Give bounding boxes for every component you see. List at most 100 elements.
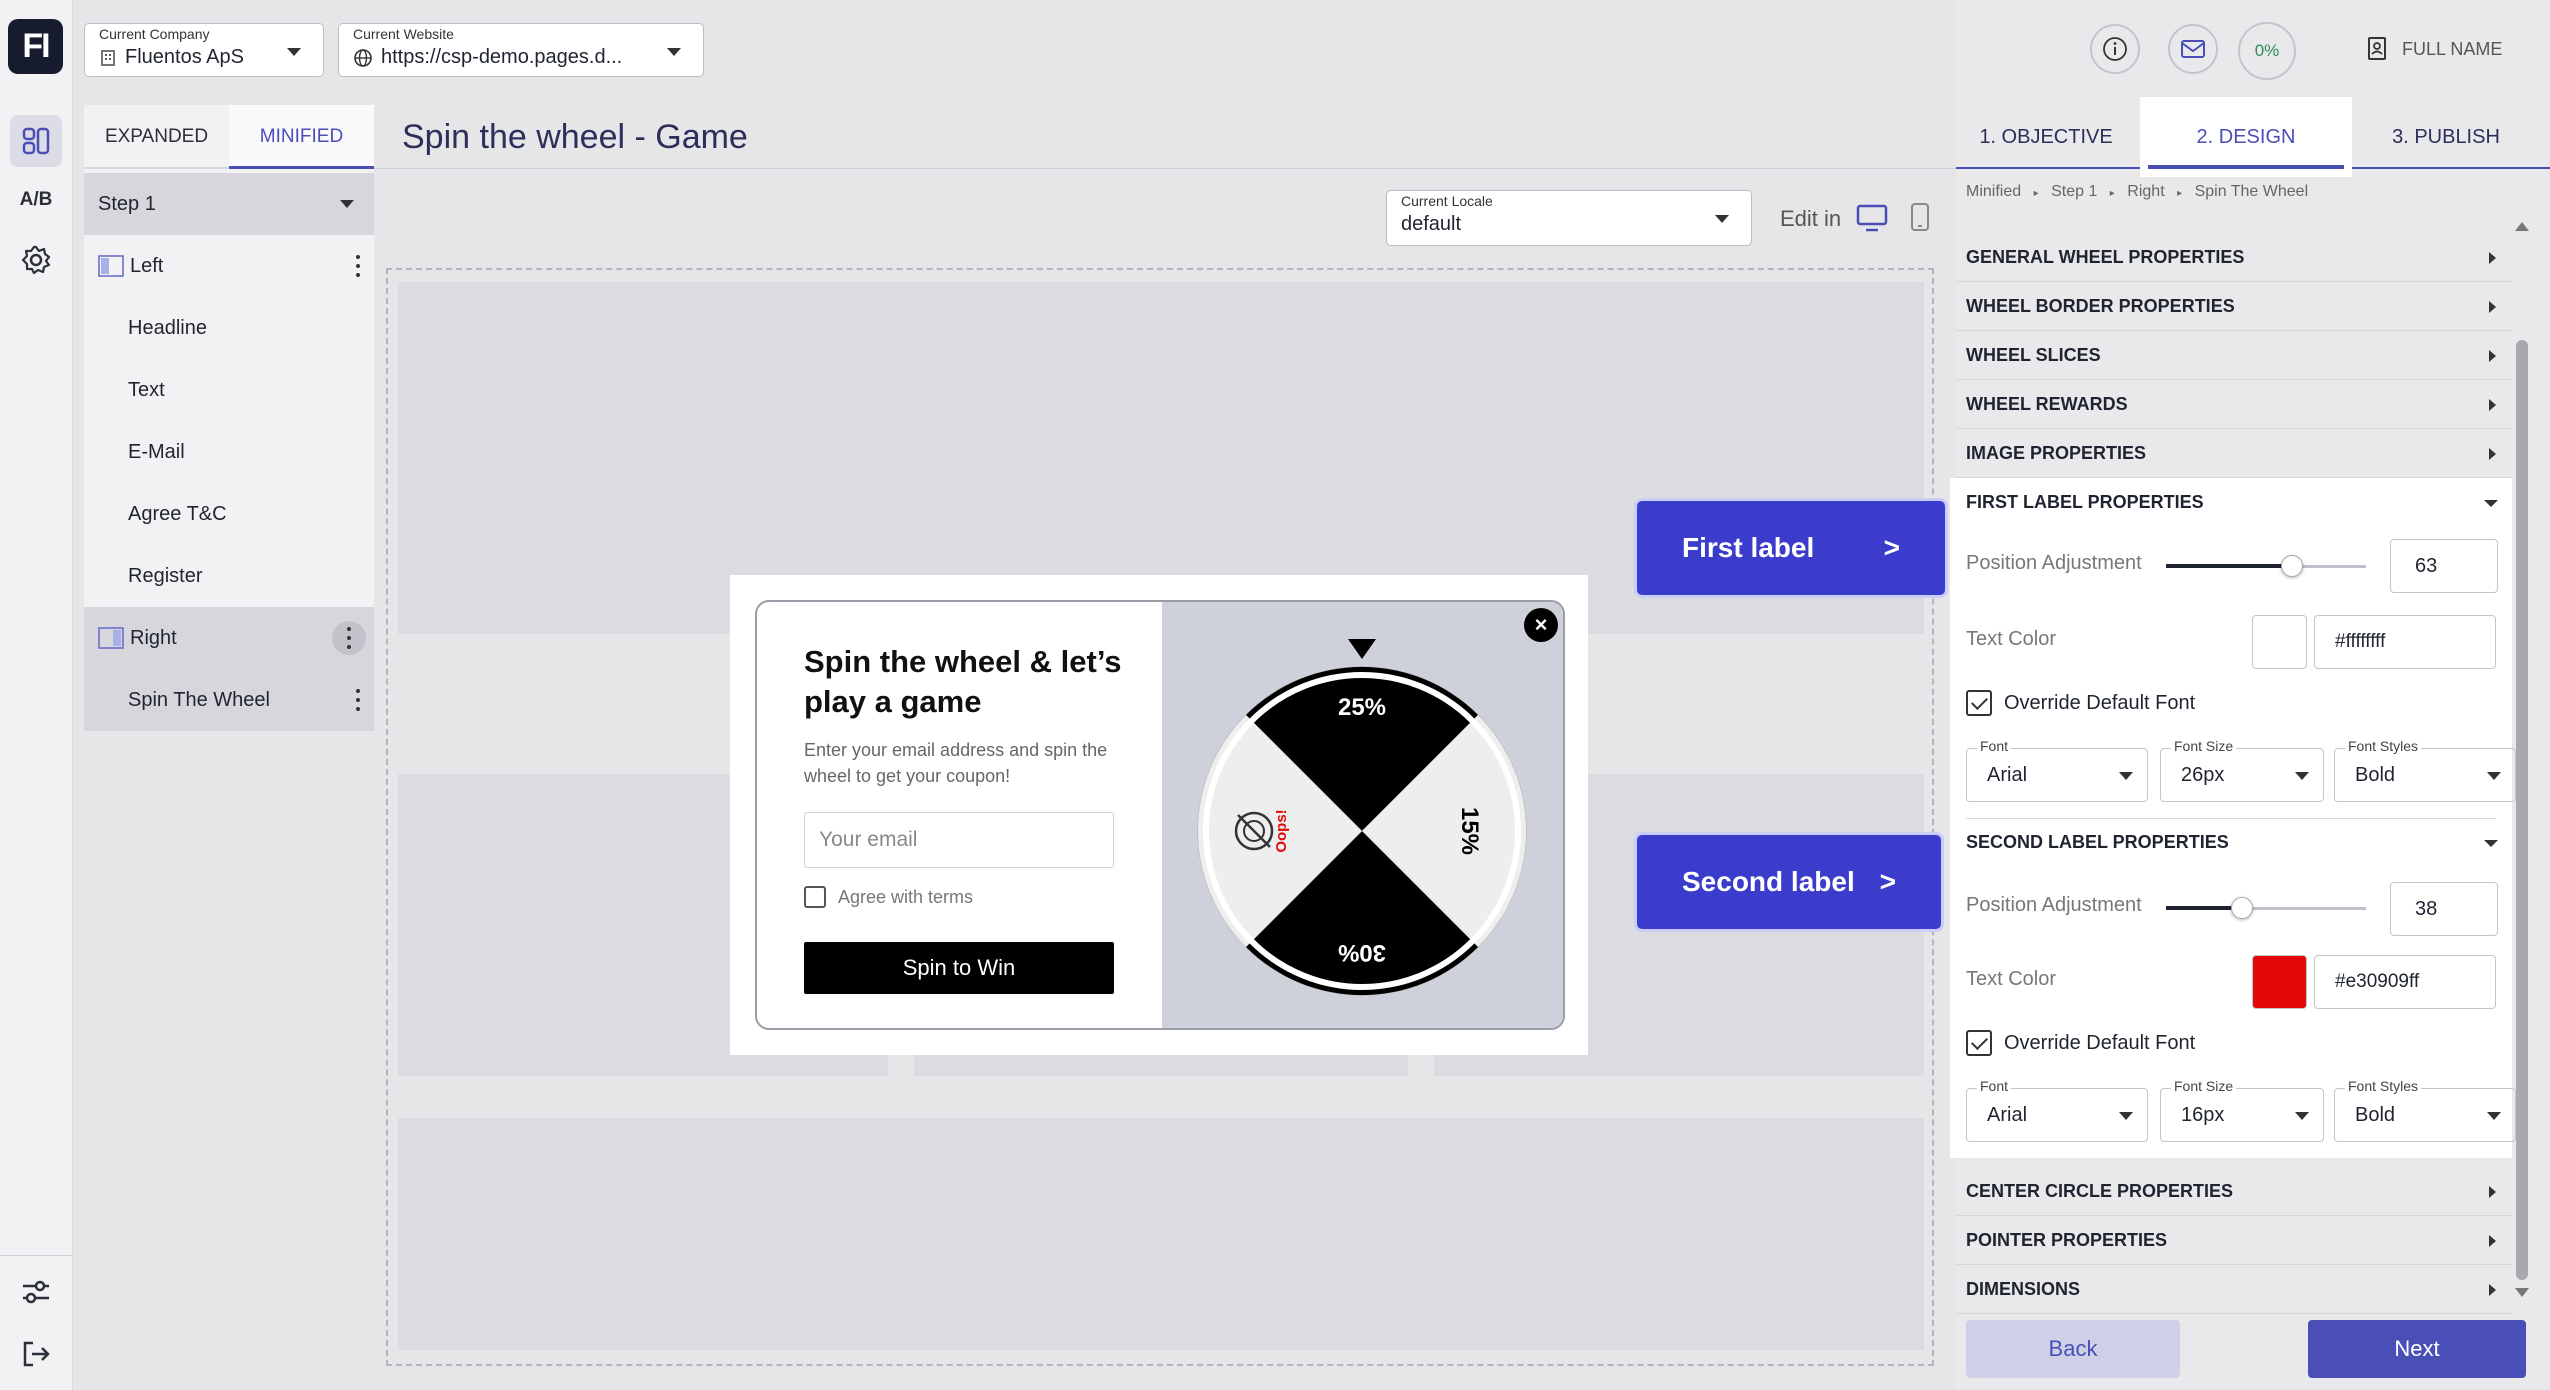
- progress-indicator: 0%: [2238, 22, 2296, 80]
- override-font-checkbox[interactable]: Override Default Font: [1966, 1030, 2195, 1056]
- section-general-wheel[interactable]: GENERAL WHEEL PROPERTIES: [1956, 233, 2512, 282]
- scroll-up-icon[interactable]: [2515, 222, 2529, 231]
- company-select[interactable]: Current Company Fluentos ApS: [84, 23, 324, 77]
- layout-nav-button[interactable]: [10, 115, 62, 167]
- more-options-icon[interactable]: [356, 689, 360, 711]
- user-menu[interactable]: FULL NAME: [2366, 36, 2502, 62]
- panel-scrollbar[interactable]: [2516, 340, 2528, 1280]
- more-options-icon[interactable]: [356, 255, 360, 277]
- column-icon: [98, 255, 124, 277]
- checkbox-checked-icon: [1966, 1030, 1992, 1056]
- tree-item-agree[interactable]: Agree T&C: [84, 483, 374, 545]
- text-color-swatch[interactable]: [2252, 615, 2307, 669]
- next-button[interactable]: Next: [2308, 1320, 2526, 1378]
- settings-nav-button[interactable]: [10, 234, 62, 286]
- popup-right-column: 25% 15% 30% Oops!: [1162, 602, 1563, 1028]
- font-style-select[interactable]: Font Styles Bold: [2334, 1078, 2516, 1142]
- website-select-value: https://csp-demo.pages.d...: [381, 46, 623, 68]
- wizard-tabs: 1. OBJECTIVE 2. DESIGN 3. PUBLISH: [1956, 105, 2550, 169]
- tab-expanded[interactable]: EXPANDED: [84, 105, 229, 169]
- tree-item-label: Left: [130, 255, 164, 277]
- chevron-down-icon: [2119, 772, 2133, 780]
- breadcrumb-item[interactable]: Spin The Wheel: [2195, 183, 2309, 200]
- section-title: WHEEL REWARDS: [1966, 394, 2128, 414]
- mobile-icon[interactable]: [1910, 202, 1930, 232]
- text-color-input[interactable]: #ffffffff: [2314, 615, 2496, 669]
- tree-item-label: Right: [130, 627, 177, 649]
- messages-button[interactable]: [2168, 24, 2218, 74]
- mail-icon: [2181, 40, 2205, 58]
- wheel-label-right: 15%: [1456, 807, 1483, 855]
- more-options-button[interactable]: [332, 621, 366, 655]
- popup-preview[interactable]: Spin the wheel & let’s play a game Enter…: [730, 575, 1588, 1055]
- section-pointer[interactable]: POINTER PROPERTIES: [1956, 1216, 2512, 1265]
- ab-label: A/B: [19, 189, 53, 210]
- text-color-swatch[interactable]: [2252, 955, 2307, 1009]
- info-icon: [2103, 37, 2127, 61]
- company-select-value: Fluentos ApS: [125, 46, 244, 68]
- tab-publish[interactable]: 3. PUBLISH: [2356, 105, 2536, 169]
- website-select[interactable]: Current Website https://csp-demo.pages.d…: [338, 23, 704, 77]
- building-icon: [101, 49, 115, 66]
- tree-item-spin-wheel[interactable]: Spin The Wheel: [84, 669, 374, 731]
- popup-email-input[interactable]: Your email: [804, 812, 1114, 868]
- section-wheel-slices[interactable]: WHEEL SLICES: [1956, 331, 2512, 380]
- breadcrumb: Minified ▸ Step 1 ▸ Right ▸ Spin The Whe…: [1966, 183, 2308, 201]
- section-image[interactable]: IMAGE PROPERTIES: [1956, 429, 2512, 478]
- locale-select[interactable]: Current Locale default: [1386, 190, 1752, 246]
- popup-agree-checkbox[interactable]: Agree with terms: [804, 886, 973, 908]
- breadcrumb-item[interactable]: Right: [2127, 183, 2164, 200]
- font-size-select-value: 26px: [2181, 764, 2225, 786]
- section-first-label[interactable]: FIRST LABEL PROPERTIES: [1956, 478, 2512, 527]
- section-wheel-border[interactable]: WHEEL BORDER PROPERTIES: [1956, 282, 2512, 331]
- tree-item-email[interactable]: E-Mail: [84, 421, 374, 483]
- popup-left-column: Spin the wheel & let’s play a game Enter…: [757, 602, 1162, 1028]
- font-select[interactable]: Font Arial: [1966, 1078, 2148, 1142]
- section-dimensions[interactable]: DIMENSIONS: [1956, 1265, 2512, 1314]
- popup-spin-button[interactable]: Spin to Win: [804, 942, 1114, 994]
- back-button[interactable]: Back: [1966, 1320, 2180, 1378]
- sliders-icon: [23, 1280, 49, 1304]
- breadcrumb-item[interactable]: Step 1: [2051, 183, 2097, 200]
- section-center-circle[interactable]: CENTER CIRCLE PROPERTIES: [1956, 1167, 2512, 1216]
- step-select[interactable]: Step 1: [84, 173, 374, 235]
- step-select-value: Step 1: [98, 193, 156, 215]
- logout-button[interactable]: [10, 1328, 62, 1380]
- breadcrumb-item[interactable]: Minified: [1966, 183, 2021, 200]
- position-value-input[interactable]: 38: [2390, 882, 2498, 936]
- locale-select-value: default: [1401, 213, 1462, 235]
- tab-objective[interactable]: 1. OBJECTIVE: [1956, 105, 2136, 169]
- tab-minified[interactable]: MINIFIED: [229, 105, 374, 169]
- globe-icon: [354, 48, 372, 67]
- chevron-down-icon: [2295, 772, 2309, 780]
- font-size-select[interactable]: Font Size 16px: [2160, 1078, 2324, 1142]
- desktop-icon[interactable]: [1856, 204, 1888, 232]
- tab-design[interactable]: 2. DESIGN: [2148, 105, 2344, 169]
- section-second-label[interactable]: SECOND LABEL PROPERTIES: [1956, 818, 2512, 867]
- tree-item-left[interactable]: Left: [84, 235, 374, 297]
- tree-item-text[interactable]: Text: [84, 359, 374, 421]
- app-logo: FI: [8, 19, 63, 74]
- font-select[interactable]: Font Arial: [1966, 738, 2148, 802]
- font-style-select[interactable]: Font Styles Bold: [2334, 738, 2516, 802]
- tree-item-right[interactable]: Right: [84, 607, 374, 669]
- canvas-block: [398, 1118, 1924, 1350]
- wheel-pointer: [1348, 639, 1376, 659]
- tree-item-register[interactable]: Register: [84, 545, 374, 607]
- info-button[interactable]: [2090, 24, 2140, 74]
- font-size-select[interactable]: Font Size 26px: [2160, 738, 2324, 802]
- scroll-down-icon[interactable]: [2515, 1288, 2529, 1297]
- ab-test-nav-button[interactable]: A/B: [10, 174, 62, 226]
- popup-text: Enter your email address and spin the wh…: [804, 740, 1108, 786]
- tree-item-headline[interactable]: Headline: [84, 297, 374, 359]
- position-value-input[interactable]: 63: [2390, 539, 2498, 593]
- section-wheel-rewards[interactable]: WHEEL REWARDS: [1956, 380, 2512, 429]
- override-font-checkbox[interactable]: Override Default Font: [1966, 690, 2195, 716]
- popup-close-button[interactable]: ×: [1524, 608, 1558, 642]
- text-color-input[interactable]: #e30909ff: [2314, 955, 2496, 1009]
- section-title: WHEEL SLICES: [1966, 345, 2101, 365]
- filters-nav-button[interactable]: [10, 1266, 62, 1318]
- section-title: DIMENSIONS: [1966, 1279, 2081, 1299]
- position-slider-knob[interactable]: [2231, 897, 2253, 919]
- position-slider-knob[interactable]: [2281, 555, 2303, 577]
